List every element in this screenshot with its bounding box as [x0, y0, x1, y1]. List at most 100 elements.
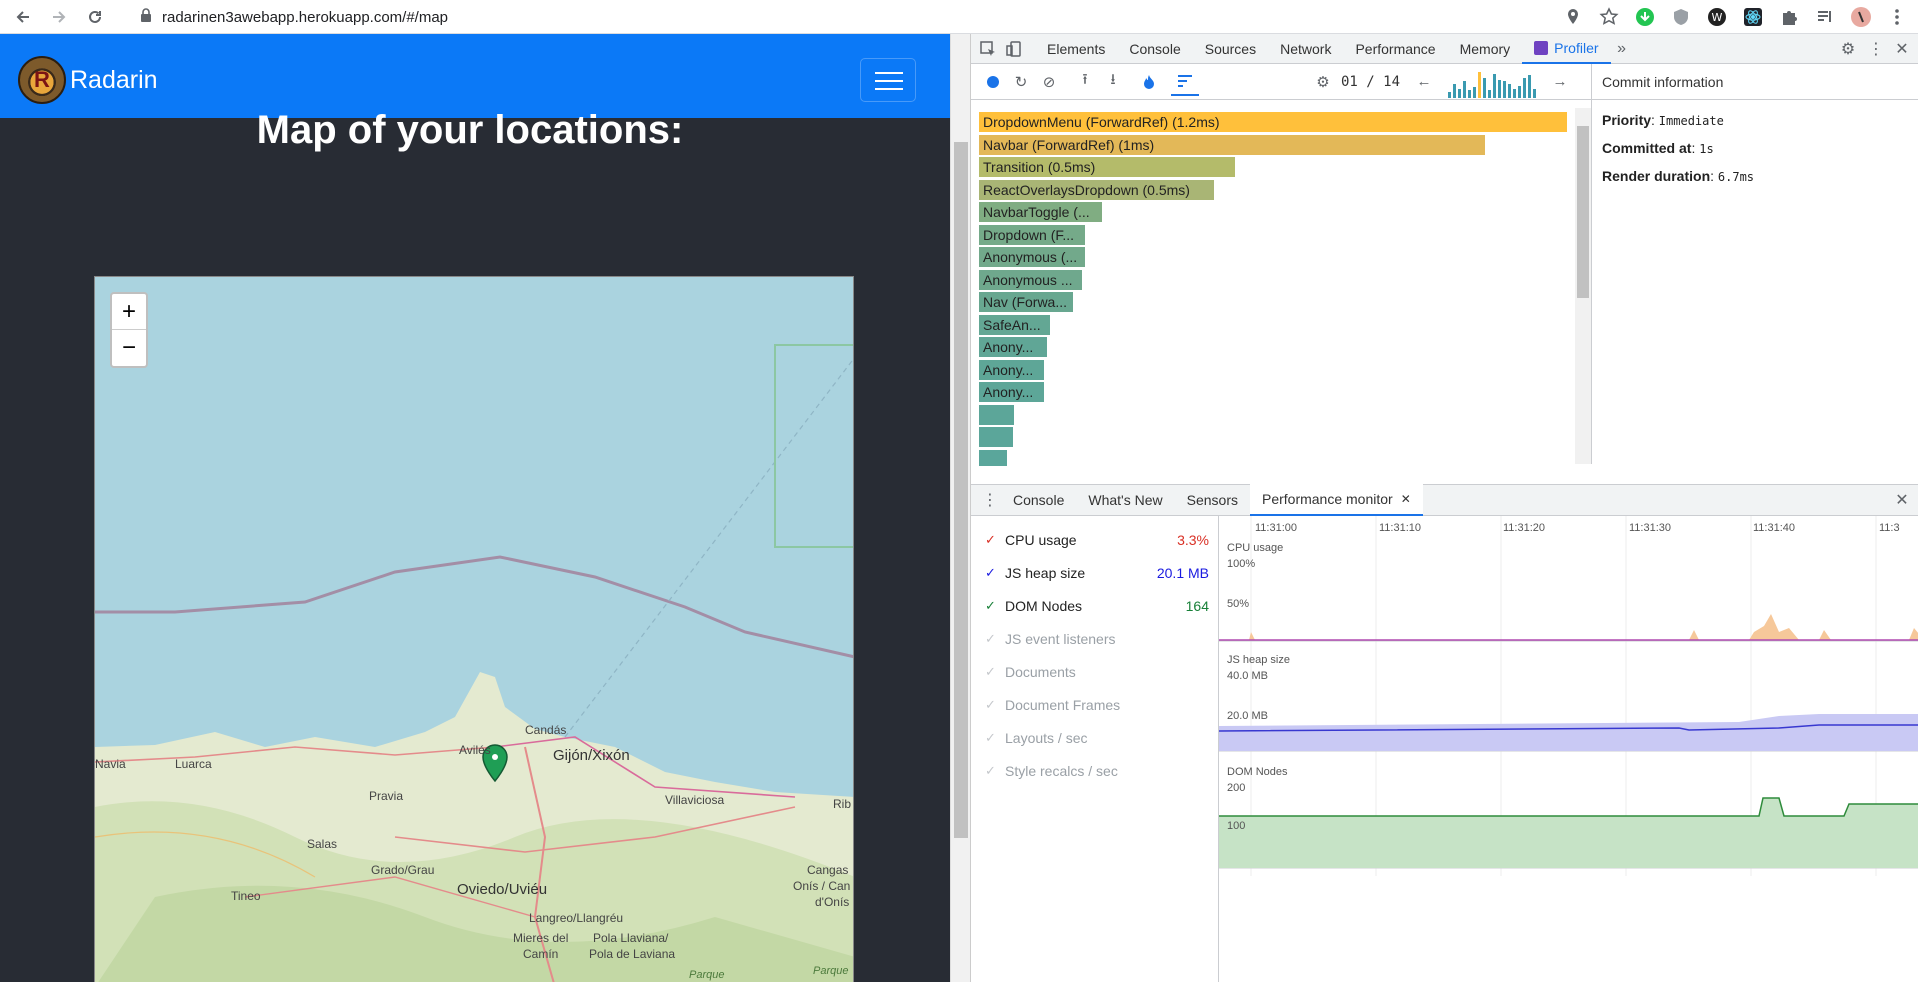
scrollbar-thumb[interactable] — [954, 142, 968, 838]
drawer-tab-console[interactable]: Console — [1001, 484, 1076, 516]
shield-icon[interactable] — [1670, 6, 1692, 28]
commit-bar[interactable] — [1518, 85, 1522, 98]
reading-list-icon[interactable] — [1814, 6, 1836, 28]
kebab-menu-icon[interactable]: ⋮ — [1865, 38, 1887, 60]
commit-bar[interactable] — [1473, 86, 1477, 98]
drawer-tab-performance-monitor[interactable]: Performance monitor ✕ — [1249, 484, 1423, 516]
puzzle-icon[interactable] — [1778, 6, 1800, 28]
ranked-bar[interactable]: Navbar (ForwardRef) (1ms) — [979, 134, 1485, 155]
navbar-toggle-button[interactable] — [860, 58, 916, 102]
commit-bar[interactable] — [1503, 80, 1507, 98]
metric-row[interactable]: ✓ DOM Nodes 164 — [985, 594, 1209, 618]
tab-profiler[interactable]: Profiler — [1522, 34, 1611, 64]
ranked-bar[interactable]: Nav (Forwa... — [979, 292, 1073, 312]
commit-bar[interactable] — [1508, 83, 1512, 98]
prev-commit-icon[interactable]: ← — [1410, 68, 1438, 96]
location-icon[interactable] — [1562, 6, 1584, 28]
commit-bar[interactable] — [1448, 91, 1452, 98]
commit-bar[interactable] — [1493, 73, 1497, 98]
metric-row[interactable]: ✓ CPU usage 3.3% — [985, 528, 1209, 552]
ranked-bar[interactable]: Anony... — [979, 337, 1047, 357]
tab-memory[interactable]: Memory — [1448, 34, 1523, 64]
wordpress-icon[interactable]: W — [1706, 6, 1728, 28]
ranked-bar[interactable] — [979, 427, 1013, 447]
kebab-menu-icon[interactable] — [1886, 6, 1908, 28]
ranked-bar[interactable] — [979, 449, 1007, 466]
ranked-bar[interactable]: Anonymous (... — [979, 247, 1085, 267]
commit-bar[interactable] — [1463, 80, 1467, 98]
map[interactable]: Candás Gijón/Xixón Navia Luarca Avilés P… — [94, 276, 854, 982]
ranked-bar[interactable]: Anonymous ... — [979, 269, 1082, 290]
checkmark-icon[interactable]: ✓ — [985, 565, 999, 581]
react-devtools-icon[interactable] — [1742, 6, 1764, 28]
avatar[interactable] — [1850, 6, 1872, 28]
ranked-bar[interactable]: ReactOverlaysDropdown (0.5ms) — [979, 179, 1214, 200]
checkmark-icon[interactable]: ✓ — [985, 664, 999, 680]
commit-bar[interactable] — [1513, 88, 1517, 98]
commit-bar[interactable] — [1458, 88, 1462, 98]
commit-bar[interactable] — [1468, 89, 1472, 98]
checkmark-icon[interactable]: ✓ — [985, 598, 999, 614]
metric-row[interactable]: ✓ Layouts / sec — [985, 726, 1209, 750]
ranked-chart-icon[interactable] — [1171, 68, 1199, 96]
ranked-bar[interactable]: NavbarToggle (... — [979, 202, 1102, 222]
close-icon[interactable]: ✕ — [1891, 38, 1913, 60]
commit-bar[interactable] — [1488, 89, 1492, 98]
download-icon[interactable]: ⭳ — [1099, 68, 1127, 96]
commit-bar[interactable] — [1498, 79, 1502, 98]
gear-icon[interactable]: ⚙ — [1309, 68, 1337, 96]
zoom-in-button[interactable]: + — [112, 294, 146, 330]
more-tabs-icon[interactable]: » — [1611, 38, 1633, 60]
ranked-bar[interactable]: Anony... — [979, 382, 1044, 402]
checkmark-icon[interactable]: ✓ — [985, 730, 999, 746]
record-icon[interactable] — [979, 68, 1007, 96]
checkmark-icon[interactable]: ✓ — [985, 532, 999, 548]
commit-bar[interactable] — [1528, 74, 1532, 98]
ranked-bar[interactable]: SafeAn... — [979, 314, 1050, 335]
tab-performance[interactable]: Performance — [1343, 34, 1447, 64]
metric-row[interactable]: ✓ JS event listeners — [985, 627, 1209, 651]
close-drawer-icon[interactable]: ✕ — [1891, 489, 1913, 511]
tab-elements[interactable]: Elements — [1035, 34, 1117, 64]
clear-icon[interactable]: ⊘ — [1035, 68, 1063, 96]
extension-green-icon[interactable] — [1634, 6, 1656, 28]
inspect-element-icon[interactable] — [977, 38, 999, 60]
checkmark-icon[interactable]: ✓ — [985, 631, 999, 647]
ranked-bar[interactable] — [979, 404, 1014, 425]
ranked-scrollbar[interactable] — [1575, 108, 1591, 464]
drawer-tab-whats-new[interactable]: What's New — [1076, 484, 1174, 516]
ranked-bar[interactable]: Anony... — [979, 359, 1044, 380]
commit-bar[interactable] — [1523, 77, 1527, 98]
ranked-bar[interactable]: DropdownMenu (ForwardRef) (1.2ms) — [979, 112, 1567, 132]
reload-profile-icon[interactable]: ↻ — [1007, 68, 1035, 96]
metric-row[interactable]: ✓ Style recalcs / sec — [985, 759, 1209, 783]
gear-icon[interactable]: ⚙ — [1837, 38, 1859, 60]
brand[interactable]: R Radarin — [18, 56, 158, 104]
commit-bar[interactable] — [1478, 71, 1482, 98]
device-toolbar-icon[interactable] — [1003, 38, 1025, 60]
close-tab-icon[interactable]: ✕ — [1401, 492, 1411, 506]
ranked-bar[interactable]: Dropdown (F... — [979, 224, 1085, 245]
tab-sources[interactable]: Sources — [1193, 34, 1268, 64]
tab-console[interactable]: Console — [1117, 34, 1192, 64]
forward-arrow-icon[interactable] — [46, 4, 72, 30]
upload-icon[interactable]: ⭱ — [1071, 68, 1099, 96]
metric-row[interactable]: ✓ Documents — [985, 660, 1209, 684]
kebab-menu-icon[interactable]: ⋮ — [979, 489, 1001, 511]
reload-icon[interactable] — [82, 4, 108, 30]
drawer-tab-sensors[interactable]: Sensors — [1175, 484, 1250, 516]
commit-bar[interactable] — [1453, 83, 1457, 98]
commit-bar[interactable] — [1533, 88, 1537, 98]
checkmark-icon[interactable]: ✓ — [985, 763, 999, 779]
ranked-bar[interactable]: Transition (0.5ms) — [979, 157, 1235, 177]
metric-row[interactable]: ✓ JS heap size 20.1 MB — [985, 561, 1209, 585]
page-scrollbar[interactable] — [950, 34, 970, 982]
zoom-out-button[interactable]: − — [112, 330, 146, 366]
next-commit-icon[interactable]: → — [1546, 68, 1574, 96]
scrollbar-thumb[interactable] — [1577, 126, 1589, 298]
tab-network[interactable]: Network — [1268, 34, 1343, 64]
checkmark-icon[interactable]: ✓ — [985, 697, 999, 713]
metric-row[interactable]: ✓ Document Frames — [985, 693, 1209, 717]
star-icon[interactable] — [1598, 6, 1620, 28]
commit-selector[interactable] — [1448, 66, 1537, 98]
